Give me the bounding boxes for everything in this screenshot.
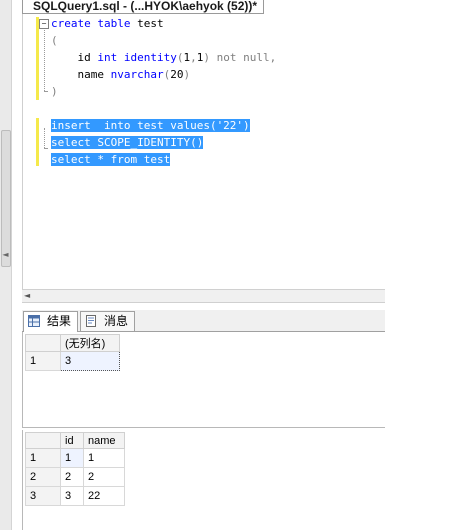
column-header[interactable]: (无列名)	[60, 334, 120, 352]
outline-guide	[44, 128, 46, 148]
result-grid-1[interactable]: (无列名) 1 3	[22, 332, 385, 428]
result-table-1: (无列名) 1 3	[25, 334, 120, 371]
code-line[interactable]: id int identity(1,1) not null,	[51, 50, 276, 66]
row-number[interactable]: 1	[25, 351, 61, 371]
code-token: test	[130, 17, 164, 30]
code-token: not	[216, 51, 237, 64]
table-row[interactable]: 1 3	[25, 351, 120, 371]
change-marker	[36, 17, 39, 100]
code-token: int	[97, 51, 118, 64]
code-token: nvarchar	[110, 68, 164, 81]
code-token: (	[51, 34, 58, 47]
change-marker	[36, 118, 39, 166]
code-token: select SCOPE_IDENTITY()	[51, 136, 204, 149]
grid-icon	[28, 315, 40, 327]
tab-results[interactable]: 结果	[23, 311, 78, 332]
code-token: ,	[269, 51, 277, 64]
table-row[interactable]: 2 2 2	[25, 467, 125, 487]
code-token: create	[51, 17, 91, 30]
grid-corner[interactable]	[25, 432, 61, 449]
tab-results-label: 结果	[47, 314, 72, 328]
code-token: select * from test	[51, 153, 171, 166]
document-tab[interactable]: SQLQuery1.sql - (...HYOK\aehyok (52))*	[22, 0, 265, 14]
code-line[interactable]: name nvarchar(20)	[51, 67, 190, 83]
code-line[interactable]: )	[51, 84, 58, 100]
outline-end-tick	[44, 91, 48, 92]
scroll-left-icon[interactable]: ◄	[1, 248, 10, 262]
scroll-left-arrow-icon[interactable]: ◄	[24, 290, 34, 302]
code-token: name	[51, 68, 111, 81]
result-grid-2[interactable]: id name 1 1 1 2 2 2 3 3 22	[22, 430, 385, 530]
table-cell[interactable]: 2	[83, 467, 125, 487]
code-line[interactable]: select * from test	[51, 152, 171, 168]
code-token: )	[51, 85, 58, 98]
table-cell[interactable]: 3	[60, 486, 84, 506]
row-number[interactable]: 1	[25, 448, 61, 468]
row-number[interactable]: 2	[25, 467, 61, 487]
code-token: )	[203, 51, 210, 64]
table-row[interactable]: 3 3 22	[25, 486, 125, 506]
column-header[interactable]: name	[83, 432, 125, 449]
table-cell[interactable]: 2	[60, 467, 84, 487]
code-token: table	[97, 17, 131, 30]
tab-messages-label: 消息	[104, 314, 129, 328]
outline-end-tick	[44, 148, 48, 149]
code-line[interactable]: (	[51, 33, 58, 49]
collapse-toggle-icon[interactable]: −	[39, 19, 49, 29]
code-token: 20	[170, 68, 184, 81]
code-token: insert into test values('22')	[51, 119, 250, 132]
table-cell[interactable]: 1	[60, 448, 84, 468]
outline-guide	[44, 28, 46, 91]
table-cell[interactable]: 1	[83, 448, 125, 468]
column-header[interactable]: id	[60, 432, 84, 449]
messages-icon	[86, 315, 96, 327]
grid-corner[interactable]	[25, 334, 61, 352]
scrollbar-thumb[interactable]	[1, 130, 11, 267]
code-line[interactable]: insert into test values('22')	[51, 118, 250, 134]
code-token: )	[183, 68, 191, 81]
code-token: identity	[123, 51, 177, 64]
table-cell[interactable]: 22	[83, 486, 125, 506]
code-token: ,	[190, 51, 197, 64]
tab-messages[interactable]: 消息	[80, 311, 135, 331]
code-token: null	[243, 51, 270, 64]
code-line[interactable]: select SCOPE_IDENTITY()	[51, 135, 204, 151]
row-number[interactable]: 3	[25, 486, 61, 506]
horizontal-scrollbar[interactable]	[22, 289, 385, 303]
result-table-2: id name 1 1 1 2 2 2 3 3 22	[25, 432, 125, 506]
table-cell[interactable]: 3	[60, 351, 120, 371]
code-token: id	[51, 51, 98, 64]
code-line[interactable]: create table test	[51, 16, 164, 32]
table-row[interactable]: 1 1 1	[25, 448, 125, 468]
